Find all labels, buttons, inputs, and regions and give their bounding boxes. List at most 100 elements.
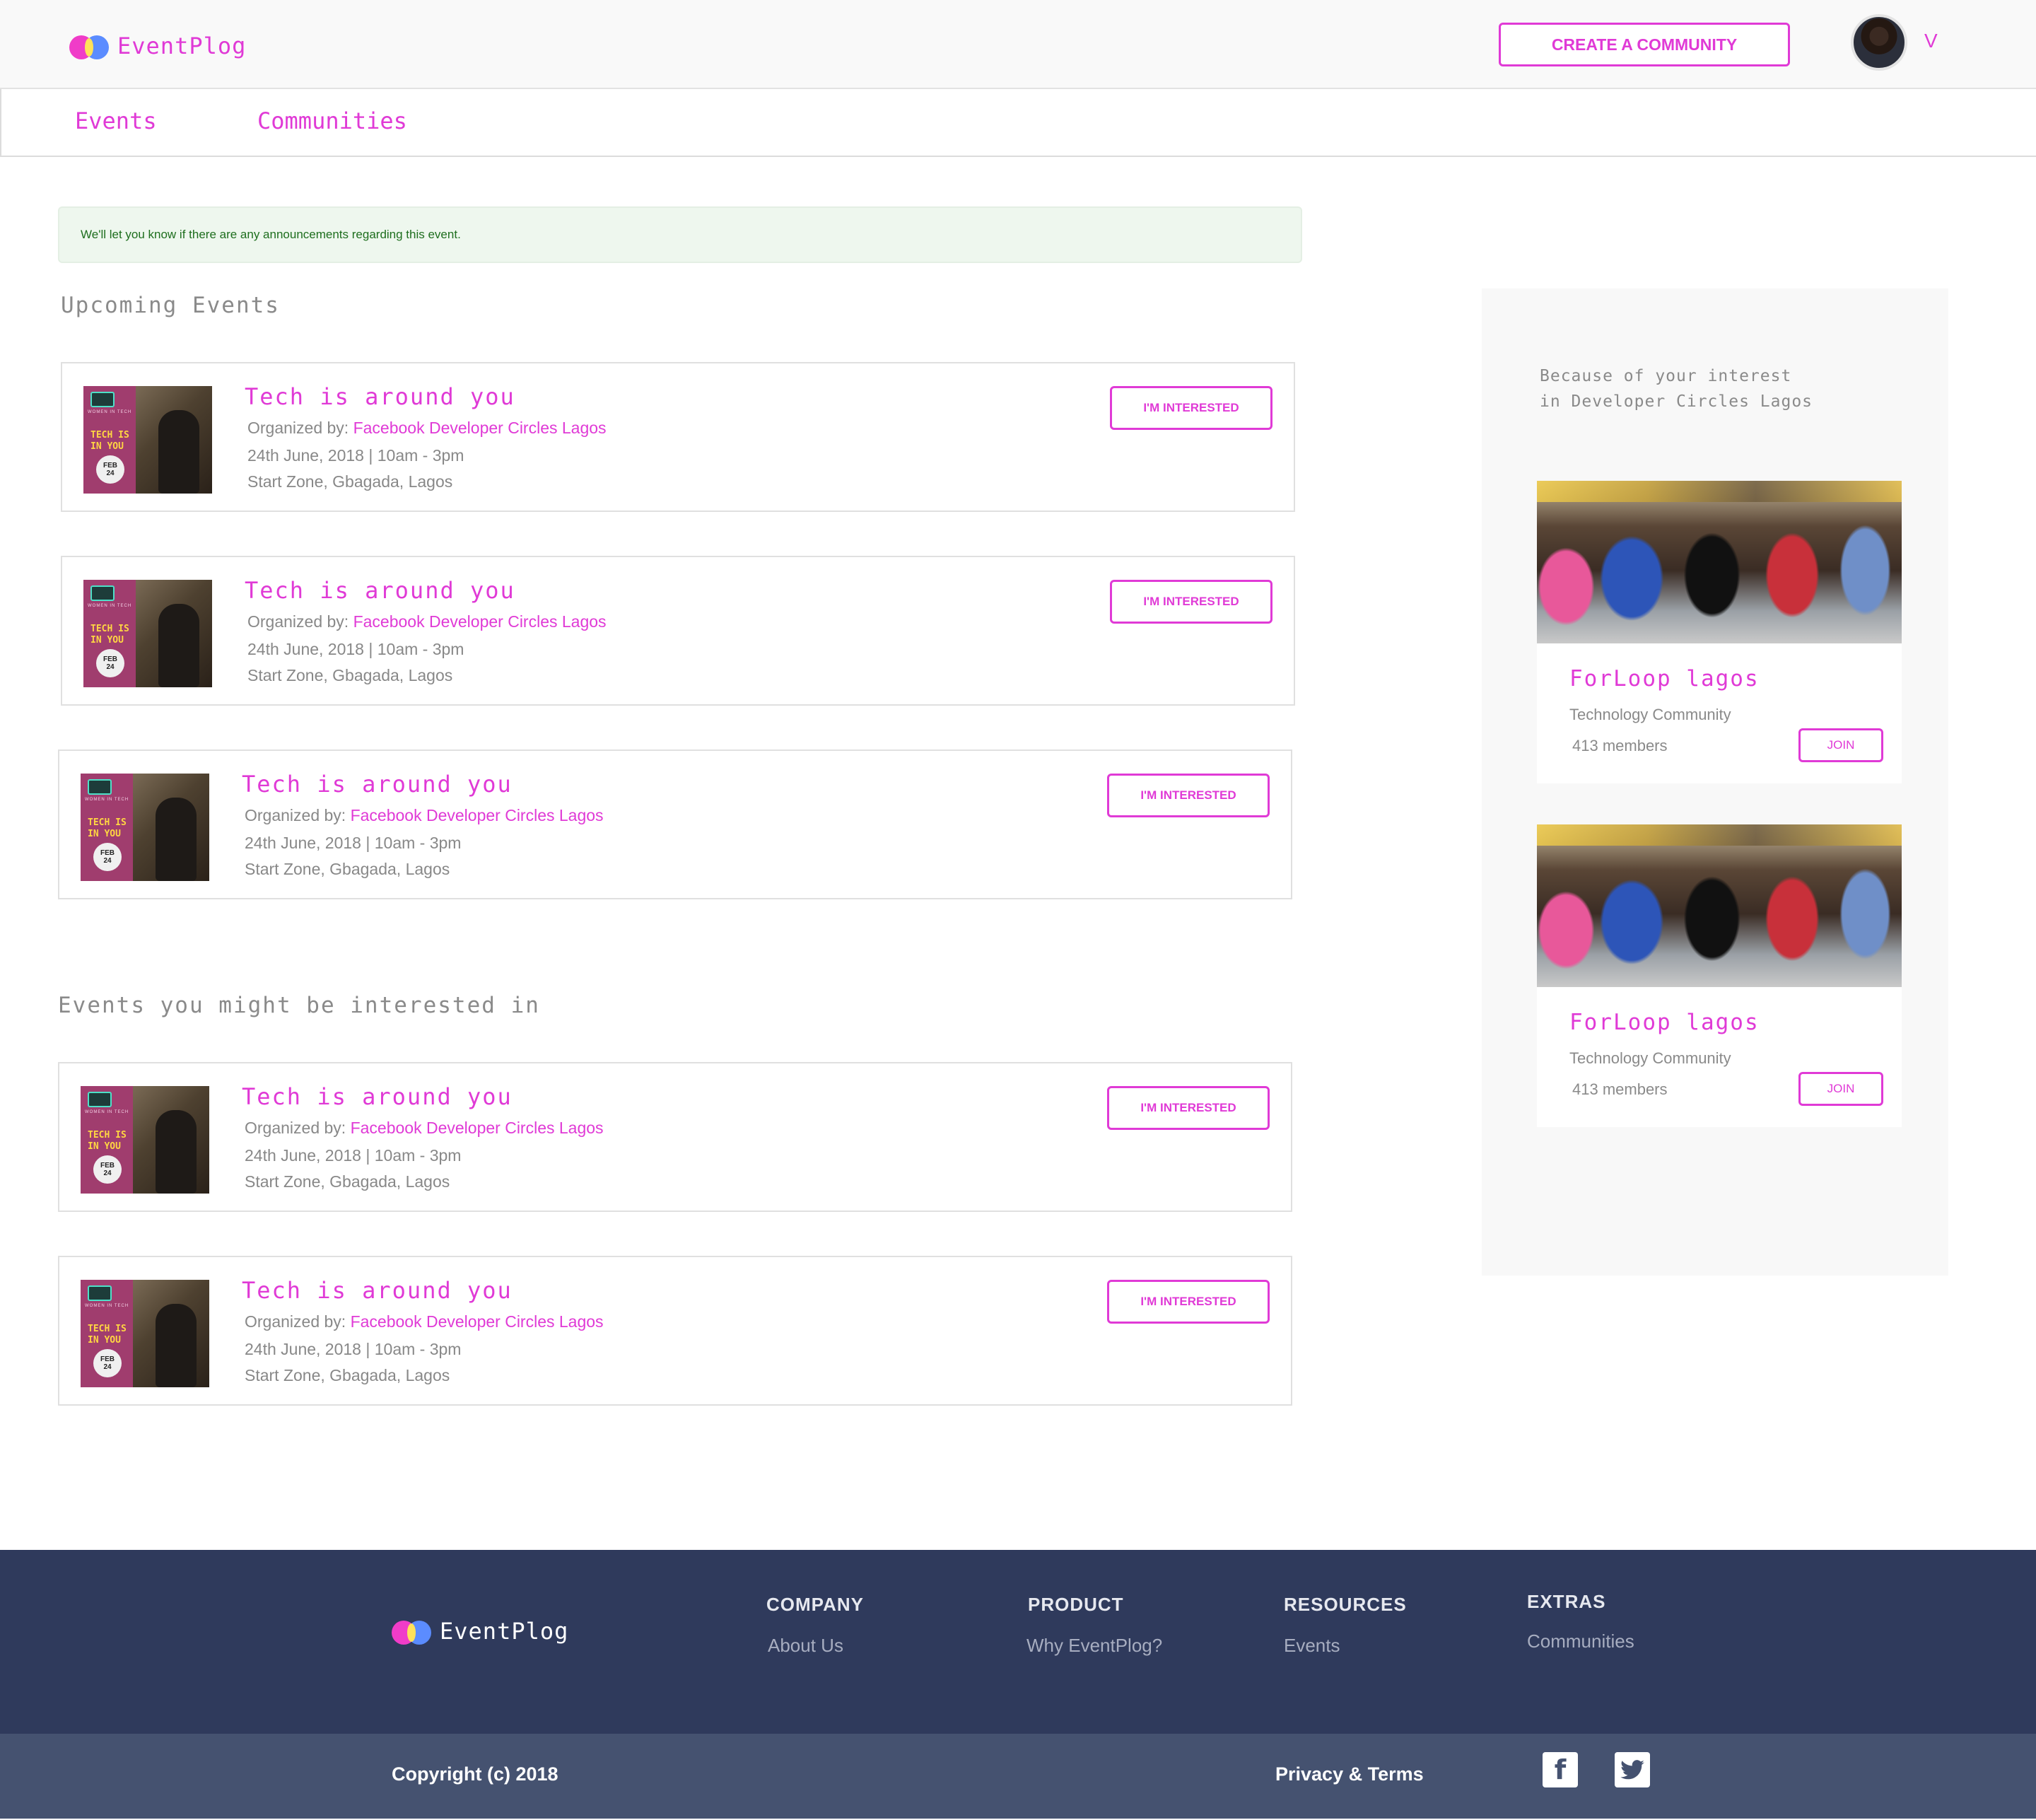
organizer-link[interactable]: Facebook Developer Circles Lagos [351,806,604,824]
organized-by-label: Organized by: [247,612,353,631]
sidebar-intro-line2: in Developer Circles Lagos [1540,392,1813,411]
poster-date-badge: FEB 24 [96,455,124,484]
event-organizer: Organized by: Facebook Developer Circles… [245,1119,604,1138]
footer-communities-link[interactable]: Communities [1527,1631,1634,1652]
community-photo[interactable] [1537,824,1902,987]
poster-logo-icon [88,779,112,795]
privacy-terms-link[interactable]: Privacy & Terms [1275,1763,1424,1785]
event-poster-image[interactable]: WOMEN IN TECH TECH IS IN YOU FEB 24 [81,1280,209,1387]
facebook-icon[interactable]: f [1543,1752,1578,1787]
poster-date-badge: FEB 24 [93,843,122,871]
upcoming-events-title: Upcoming Events [61,293,280,318]
eventplog-logo-icon[interactable] [69,35,109,59]
organizer-link[interactable]: Facebook Developer Circles Lagos [351,1119,604,1137]
community-suggestions-sidebar: Because of your interest in Developer Ci… [1482,288,1948,1276]
footer-resources-heading: RESOURCES [1284,1594,1407,1615]
event-title[interactable]: Tech is around you [242,771,513,798]
poster-line1: TECH IS [88,817,127,828]
event-card[interactable]: WOMEN IN TECH TECH IS IN YOU FEB 24 Tech i… [58,1256,1292,1406]
footer-product-heading: PRODUCT [1028,1594,1124,1615]
organizer-link[interactable]: Facebook Developer Circles Lagos [353,419,607,437]
event-card[interactable]: WOMEN IN TECH TECH IS IN YOU FEB 24 Tech i… [58,1062,1292,1212]
interested-button[interactable]: I'M INTERESTED [1110,580,1272,624]
event-location: Start Zone, Gbagada, Lagos [245,860,450,878]
poster-date-badge: FEB 24 [93,1155,122,1184]
top-header: EventPlog CREATE A COMMUNITY V [0,0,2036,89]
footer-about-link[interactable]: About Us [768,1635,843,1657]
poster-day: 24 [103,857,112,865]
sidebar-intro-line1: Because of your interest [1540,367,1792,385]
join-button[interactable]: JOIN [1798,1072,1883,1106]
footer-eventplog-logo-icon[interactable] [392,1621,431,1645]
event-datetime: 24th June, 2018 | 10am - 3pm [245,1340,462,1358]
poster-logo-icon [88,1285,112,1301]
event-organizer: Organized by: Facebook Developer Circles… [247,612,607,631]
community-name[interactable]: ForLoop lagos [1569,1010,1760,1035]
event-title[interactable]: Tech is around you [245,383,515,410]
footer-why-link[interactable]: Why EventPlog? [1026,1635,1162,1657]
event-poster-image[interactable]: WOMEN IN TECH TECH IS IN YOU FEB 24 [83,580,212,687]
interested-button[interactable]: I'M INTERESTED [1107,1280,1270,1324]
footer: EventPlog COMPANY About Us PRODUCT Why E… [0,1550,2036,1734]
footer-brand-name[interactable]: EventPlog [440,1618,568,1645]
footer-events-link[interactable]: Events [1284,1635,1340,1657]
poster-line1: TECH IS [88,1130,127,1141]
poster-day: 24 [103,1363,112,1371]
community-photo[interactable] [1537,481,1902,643]
twitter-icon[interactable] [1615,1752,1650,1787]
join-button[interactable]: JOIN [1798,728,1883,762]
organized-by-label: Organized by: [247,419,353,437]
user-initial[interactable]: V [1924,30,1938,52]
event-datetime: 24th June, 2018 | 10am - 3pm [247,446,464,465]
event-card[interactable]: WOMEN IN TECH TECH IS IN YOU FEB 24 Tech i… [61,362,1295,512]
event-organizer: Organized by: Facebook Developer Circles… [245,806,604,825]
tab-communities[interactable]: Communities [257,107,407,134]
interested-button[interactable]: I'M INTERESTED [1107,1086,1270,1130]
event-title[interactable]: Tech is around you [242,1277,513,1304]
event-title[interactable]: Tech is around you [245,577,515,604]
user-avatar[interactable] [1851,14,1907,71]
poster-day: 24 [106,469,115,477]
event-organizer: Organized by: Facebook Developer Circles… [247,419,607,438]
poster-header: WOMEN IN TECH [85,1304,129,1308]
community-card[interactable]: ForLoop lagos Technology Community 413 m… [1537,481,1902,783]
event-poster-image[interactable]: WOMEN IN TECH TECH IS IN YOU FEB 24 [81,1086,209,1194]
organizer-link[interactable]: Facebook Developer Circles Lagos [351,1312,604,1331]
poster-header: WOMEN IN TECH [88,410,132,414]
event-location: Start Zone, Gbagada, Lagos [245,1172,450,1191]
organizer-link[interactable]: Facebook Developer Circles Lagos [353,612,607,631]
event-datetime: 24th June, 2018 | 10am - 3pm [245,1146,462,1165]
brand-name[interactable]: EventPlog [117,33,246,59]
poster-line1: TECH IS [90,624,129,634]
event-poster-image[interactable]: WOMEN IN TECH TECH IS IN YOU FEB 24 [81,774,209,881]
event-card[interactable]: WOMEN IN TECH TECH IS IN YOU FEB 24 Tech i… [61,556,1295,706]
poster-header: WOMEN IN TECH [85,798,129,802]
community-name[interactable]: ForLoop lagos [1569,666,1760,692]
poster-logo-icon [88,1092,112,1107]
organized-by-label: Organized by: [245,1119,351,1137]
event-location: Start Zone, Gbagada, Lagos [245,1366,450,1384]
poster-month: FEB [100,849,115,857]
community-card[interactable]: ForLoop lagos Technology Community 413 m… [1537,824,1902,1127]
event-card[interactable]: WOMEN IN TECH TECH IS IN YOU FEB 24 Tech i… [58,749,1292,899]
footer-company-heading: COMPANY [766,1594,864,1615]
nav-tabs: Events Communities [0,89,2036,157]
tab-events[interactable]: Events [75,107,157,134]
poster-date-badge: FEB 24 [93,1349,122,1377]
community-members: 413 members [1572,1080,1668,1098]
poster-date-badge: FEB 24 [96,649,124,677]
poster-line2: IN YOU [88,829,121,839]
event-location: Start Zone, Gbagada, Lagos [247,472,453,491]
poster-line1: TECH IS [90,430,129,441]
event-poster-image[interactable]: WOMEN IN TECH TECH IS IN YOU FEB 24 [83,386,212,494]
interested-button[interactable]: I'M INTERESTED [1107,774,1270,817]
interested-button[interactable]: I'M INTERESTED [1110,386,1272,430]
event-location: Start Zone, Gbagada, Lagos [247,666,453,684]
event-organizer: Organized by: Facebook Developer Circles… [245,1312,604,1331]
twitter-bird-glyph [1620,1760,1644,1780]
poster-month: FEB [103,462,117,469]
event-title[interactable]: Tech is around you [242,1083,513,1110]
poster-day: 24 [106,663,115,671]
organized-by-label: Organized by: [245,806,351,824]
create-community-button[interactable]: CREATE A COMMUNITY [1499,23,1790,66]
